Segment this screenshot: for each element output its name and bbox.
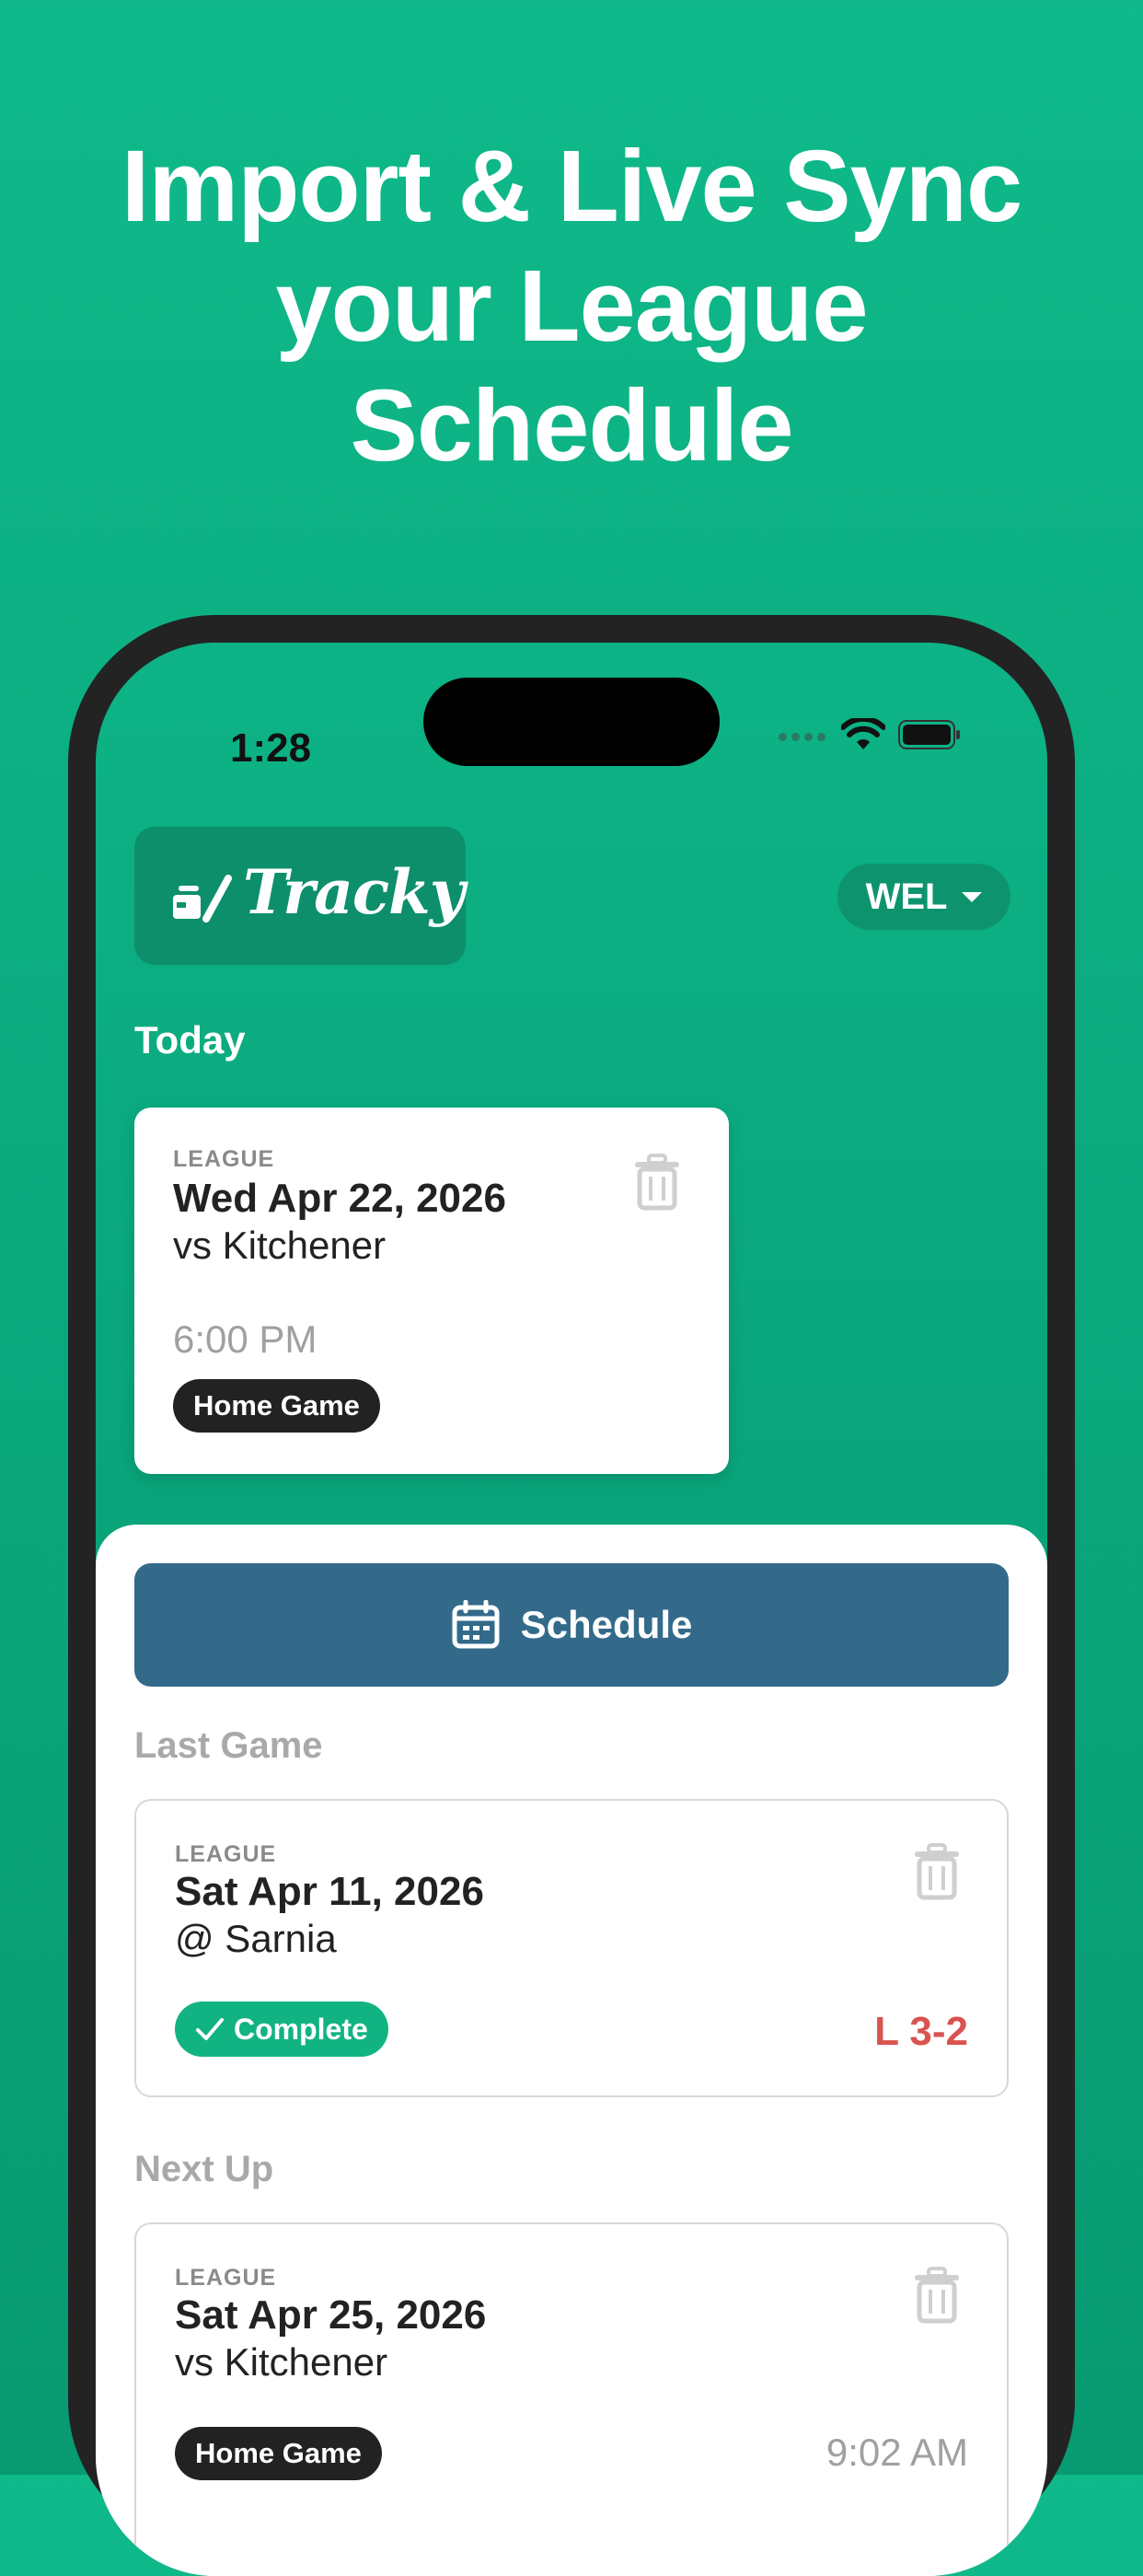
game-type-label: LEAGUE xyxy=(175,2265,277,2291)
app-logo: Tracky xyxy=(134,827,466,965)
game-time: 6:00 PM xyxy=(173,1317,318,1361)
complete-badge: Complete xyxy=(175,2002,388,2057)
status-time: 1:28 xyxy=(230,725,312,771)
game-date: Sat Apr 25, 2026 xyxy=(175,2292,487,2338)
next-game-card[interactable]: LEAGUE Sat Apr 25, 2026 vs Kitchener Hom… xyxy=(134,2222,1009,2576)
headline-line-2: your League xyxy=(275,249,868,363)
game-type-label: LEAGUE xyxy=(173,1146,275,1172)
last-game-section-title: Last Game xyxy=(134,1725,323,1766)
last-game-card[interactable]: LEAGUE Sat Apr 11, 2026 @ Sarnia Complet… xyxy=(134,1799,1009,2097)
game-opponent: vs Kitchener xyxy=(175,2340,388,2384)
schedule-button-label: Schedule xyxy=(520,1603,693,1646)
game-score: L 3-2 xyxy=(874,2009,968,2054)
today-game-card[interactable]: LEAGUE Wed Apr 22, 2026 vs Kitchener 6:0… xyxy=(134,1108,729,1474)
headline-line-1: Import & Live Sync xyxy=(121,130,1022,243)
schedule-button[interactable]: Schedule xyxy=(134,1563,1009,1687)
home-game-badge: Home Game xyxy=(173,1379,380,1433)
next-up-section-title: Next Up xyxy=(134,2149,274,2189)
calendar-icon xyxy=(452,1600,500,1649)
hockey-stick-icon xyxy=(173,875,232,922)
trash-icon[interactable] xyxy=(631,1154,683,1211)
dynamic-island xyxy=(423,678,720,766)
phone-screen: 1:28 Tracky WEL Today LEAGUE Wed Apr 22,… xyxy=(96,643,1047,2576)
headline-line-3: Schedule xyxy=(350,369,793,482)
trash-icon[interactable] xyxy=(911,1843,963,1900)
chevron-down-icon xyxy=(962,891,983,902)
game-date: Sat Apr 11, 2026 xyxy=(175,1869,484,1914)
cellular-signal-icon xyxy=(779,733,826,741)
game-date: Wed Apr 22, 2026 xyxy=(173,1176,506,1221)
game-opponent: @ Sarnia xyxy=(175,1917,337,1960)
checkmark-icon xyxy=(196,2018,224,2040)
game-opponent: vs Kitchener xyxy=(173,1224,387,1267)
bottom-sheet: Schedule Last Game LEAGUE Sat Apr 11, 20… xyxy=(96,1525,1047,2576)
today-section-title: Today xyxy=(134,1018,246,1062)
marketing-headline: Import & Live Sync your League Schedule xyxy=(0,127,1143,486)
trash-icon[interactable] xyxy=(911,2267,963,2324)
team-selector-label: WEL xyxy=(865,876,948,917)
game-time: 9:02 AM xyxy=(826,2431,968,2474)
complete-badge-label: Complete xyxy=(234,2012,368,2046)
phone-frame: 1:28 Tracky WEL Today LEAGUE Wed Apr 22,… xyxy=(68,615,1075,2576)
wifi-icon xyxy=(841,718,885,749)
team-selector[interactable]: WEL xyxy=(837,864,1010,930)
game-type-label: LEAGUE xyxy=(175,1841,277,1867)
home-game-badge: Home Game xyxy=(175,2427,382,2480)
logo-wordmark: Tracky xyxy=(243,856,465,928)
battery-icon xyxy=(898,720,960,749)
